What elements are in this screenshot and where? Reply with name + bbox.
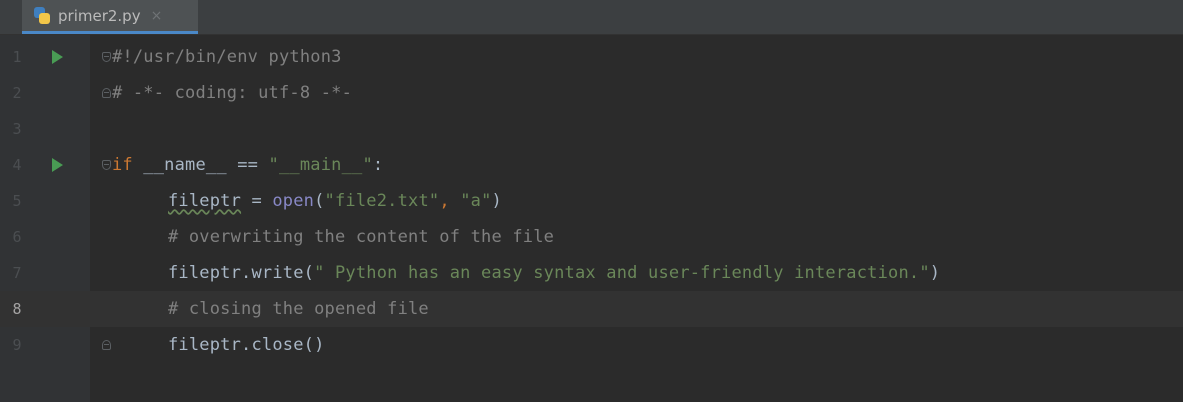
warning-squiggle: fileptr bbox=[168, 191, 242, 211]
fold-end-icon[interactable] bbox=[102, 340, 111, 350]
run-icon[interactable] bbox=[52, 158, 63, 172]
close-icon[interactable]: × bbox=[151, 8, 163, 24]
code-text: fileptr.close() bbox=[168, 335, 325, 355]
code-text: fileptr.write(" Python has an easy synta… bbox=[168, 263, 941, 283]
line-number: 6 bbox=[12, 228, 22, 246]
python-file-icon bbox=[32, 6, 52, 26]
code-line-current[interactable]: 8 # closing the opened file bbox=[0, 291, 1183, 327]
line-number: 1 bbox=[12, 48, 22, 66]
fold-end-icon[interactable] bbox=[102, 88, 111, 98]
line-number: 4 bbox=[12, 156, 22, 174]
code-line[interactable]: 9 fileptr.close() bbox=[0, 327, 1183, 363]
code-line[interactable]: 1 #!/usr/bin/env python3 bbox=[0, 39, 1183, 75]
code-line[interactable]: 7 fileptr.write(" Python has an easy syn… bbox=[0, 255, 1183, 291]
tab-label: primer2.py bbox=[58, 6, 141, 25]
fold-start-icon[interactable] bbox=[102, 52, 111, 62]
code-line[interactable]: 3 bbox=[0, 111, 1183, 147]
line-number: 3 bbox=[12, 120, 22, 138]
line-number: 7 bbox=[12, 264, 22, 282]
code-editor[interactable]: 1 #!/usr/bin/env python3 2 # -*- coding:… bbox=[0, 35, 1183, 402]
code-line[interactable]: 5 fileptr = open("file2.txt", "a") bbox=[0, 183, 1183, 219]
fold-start-icon[interactable] bbox=[102, 160, 111, 170]
line-number: 9 bbox=[12, 336, 22, 354]
code-line[interactable]: 4 if __name__ == "__main__": bbox=[0, 147, 1183, 183]
line-number: 2 bbox=[12, 84, 22, 102]
code-line[interactable]: 2 # -*- coding: utf-8 -*- bbox=[0, 75, 1183, 111]
code-text: # overwriting the content of the file bbox=[168, 227, 555, 247]
run-icon[interactable] bbox=[52, 50, 63, 64]
code-line[interactable]: 6 # overwriting the content of the file bbox=[0, 219, 1183, 255]
code-text: #!/usr/bin/env python3 bbox=[112, 47, 342, 67]
code-text: fileptr = open("file2.txt", "a") bbox=[168, 191, 502, 211]
line-number: 8 bbox=[12, 300, 22, 318]
code-text: # -*- coding: utf-8 -*- bbox=[112, 83, 353, 103]
tab-primer2-py[interactable]: primer2.py × bbox=[22, 0, 198, 34]
editor-tab-bar: primer2.py × bbox=[0, 0, 1183, 35]
line-number: 5 bbox=[12, 192, 22, 210]
code-text: if __name__ == "__main__": bbox=[112, 155, 384, 175]
code-text: # closing the opened file bbox=[168, 299, 429, 319]
